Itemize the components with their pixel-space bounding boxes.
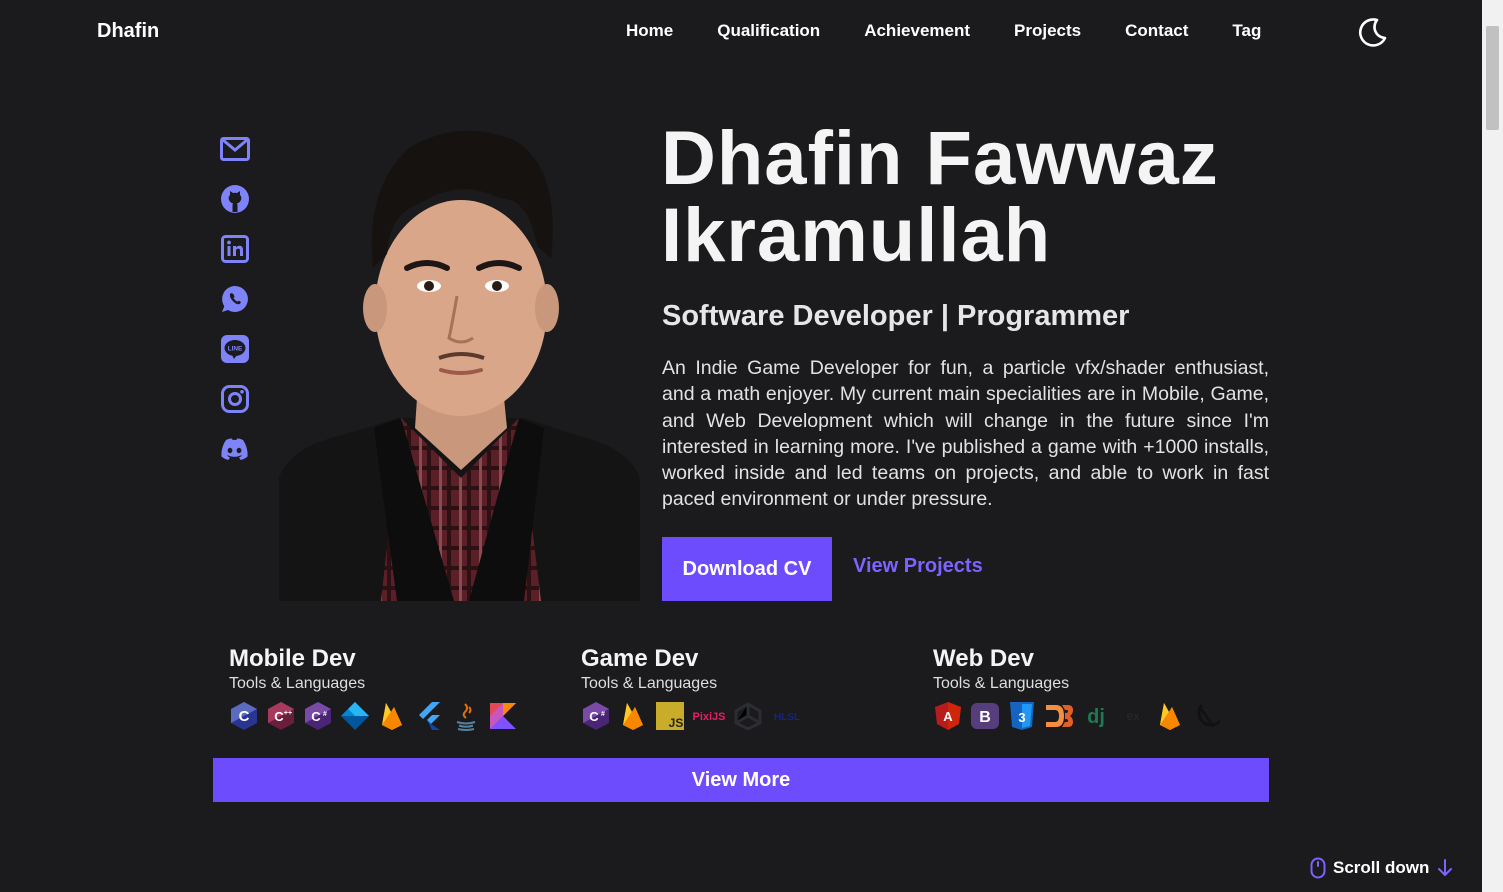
profile-portrait-illustration [279, 118, 640, 601]
d3-icon [1044, 700, 1074, 732]
page-scrollbar[interactable] [1482, 0, 1503, 892]
linkedin-link[interactable] [219, 234, 250, 264]
profile-photo [279, 118, 640, 601]
scroll-down-button[interactable]: Scroll down [1310, 857, 1454, 879]
csharp-icon: C # [303, 700, 333, 732]
github-icon [220, 185, 249, 213]
line-icon: LINE [220, 335, 249, 363]
whatsapp-link[interactable] [219, 284, 250, 314]
mail-icon [219, 137, 250, 161]
nextjs-icon [1192, 700, 1222, 732]
mail-link[interactable] [219, 134, 250, 164]
moon-icon [1358, 18, 1387, 47]
nav-projects[interactable]: Projects [1014, 21, 1081, 41]
discord-link[interactable] [219, 434, 250, 464]
skill-web-dev: Web Dev Tools & Languages A B 3 dj ex [933, 645, 1222, 732]
instagram-icon [220, 385, 249, 413]
firebase-icon [377, 700, 407, 732]
nav-achievement[interactable]: Achievement [864, 21, 970, 41]
whatsapp-icon [221, 286, 248, 312]
nav-tag[interactable]: Tag [1232, 21, 1261, 41]
skill-subtitle: Tools & Languages [581, 675, 718, 692]
svg-text:3: 3 [1018, 710, 1025, 725]
linkedin-icon [220, 235, 249, 263]
skill-title: Web Dev [933, 645, 1034, 672]
skill-mobile-dev: Mobile Dev Tools & Languages C C ++ C # [229, 645, 518, 732]
unity-icon [733, 700, 763, 732]
skill-title: Mobile Dev [229, 645, 356, 672]
svg-text:B: B [979, 709, 991, 726]
scrollbar-thumb[interactable] [1486, 26, 1499, 130]
skill-title: Game Dev [581, 645, 699, 672]
firebase-icon [1155, 700, 1185, 732]
skill-icon-list: A B 3 dj ex [933, 700, 1222, 732]
svg-text:#: # [323, 711, 327, 718]
svg-text:JS: JS [669, 716, 684, 730]
line-link[interactable]: LINE [219, 334, 250, 364]
svg-text:ex: ex [1127, 709, 1140, 723]
cpp-icon: C ++ [266, 700, 296, 732]
css3-icon: 3 [1007, 700, 1037, 732]
skill-subtitle: Tools & Languages [229, 675, 366, 692]
skill-icon-list: C C ++ C # [229, 700, 518, 732]
mouse-icon [1310, 857, 1326, 879]
discord-icon [221, 438, 248, 460]
hero-name-line1: Dhafin Fawwaz [661, 116, 1219, 201]
hero-description: An Indie Game Developer for fun, a parti… [662, 357, 1269, 511]
svg-text:dj: dj [1087, 706, 1105, 728]
hero-name: Dhafin Fawwaz Ikramullah [661, 120, 1281, 274]
nav-contact[interactable]: Contact [1125, 21, 1188, 41]
svg-text:C: C [239, 708, 250, 725]
hero-name-line2: Ikramullah [661, 193, 1052, 278]
svg-text:C: C [274, 709, 284, 724]
kotlin-icon [488, 700, 518, 732]
angular-icon: A [933, 700, 963, 732]
view-more-button[interactable]: View More [213, 758, 1269, 802]
svg-text:PixiJS: PixiJS [692, 711, 725, 723]
svg-text:C: C [311, 709, 321, 724]
skill-game-dev: Game Dev Tools & Languages C # JS PixiJS … [581, 645, 804, 732]
bootstrap-icon: B [970, 700, 1000, 732]
csharp-icon: C # [581, 700, 611, 732]
javascript-icon: JS [655, 700, 685, 732]
svg-text:C: C [589, 709, 599, 724]
pixijs-icon: PixiJS [692, 700, 726, 732]
svg-text:A: A [943, 709, 953, 724]
github-link[interactable] [219, 184, 250, 214]
skill-subtitle: Tools & Languages [933, 675, 1070, 692]
nav-home[interactable]: Home [626, 21, 673, 41]
flutter-icon [414, 700, 444, 732]
django-icon: dj [1081, 700, 1111, 732]
firebase-icon [618, 700, 648, 732]
c-icon: C [229, 700, 259, 732]
svg-text:++: ++ [284, 710, 292, 717]
hlsl-icon: HLSL [770, 700, 804, 732]
svg-text:HLSL: HLSL [774, 712, 800, 723]
express-icon: ex [1118, 700, 1148, 732]
java-icon [451, 700, 481, 732]
arrow-down-icon [1438, 859, 1453, 876]
svg-text:LINE: LINE [227, 346, 242, 353]
hero-subtitle: Software Developer | Programmer [662, 300, 1130, 332]
svg-text:#: # [601, 711, 605, 718]
theme-toggle-button[interactable] [1357, 16, 1389, 48]
scroll-down-label: Scroll down [1333, 858, 1430, 877]
view-projects-link[interactable]: View Projects [853, 555, 983, 578]
download-cv-button[interactable]: Download CV [662, 537, 832, 601]
skill-icon-list: C # JS PixiJS HLSL [581, 700, 804, 732]
social-links: LINE [219, 134, 250, 464]
main-nav: Home Qualification Achievement Projects … [626, 21, 1261, 41]
nav-qualification[interactable]: Qualification [717, 21, 820, 41]
instagram-link[interactable] [219, 384, 250, 414]
dart-icon [340, 700, 370, 732]
brand-logo[interactable]: Dhafin [97, 20, 159, 43]
